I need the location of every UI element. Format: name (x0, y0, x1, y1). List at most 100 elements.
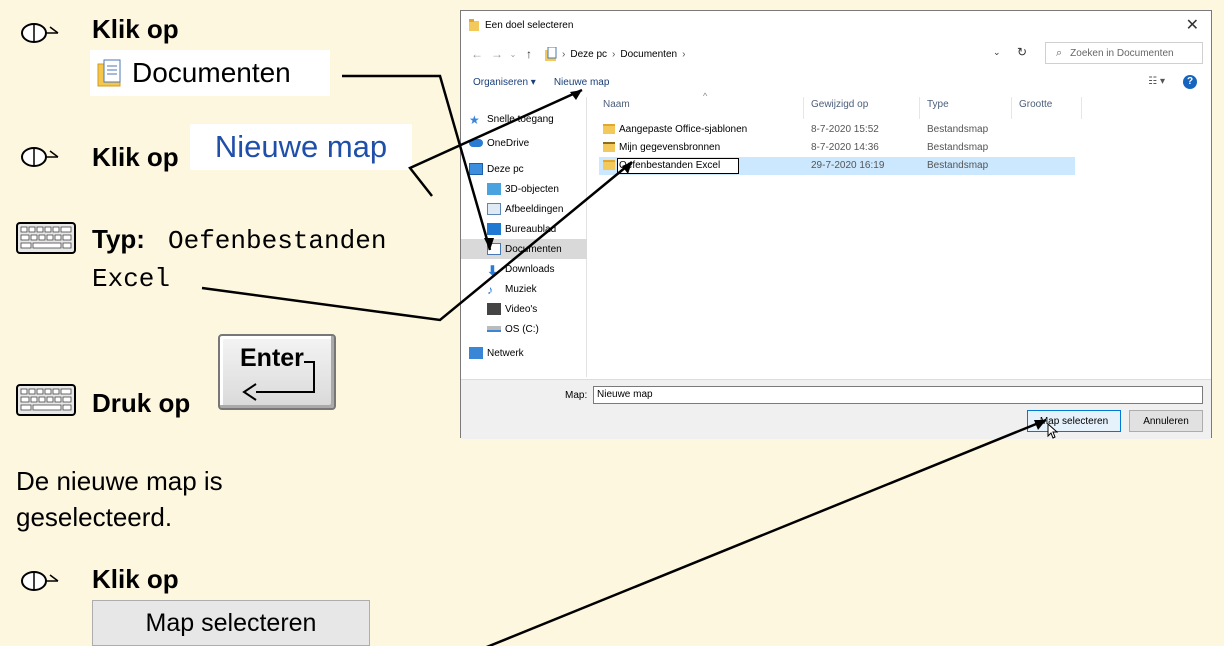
mouse-click-icon (21, 571, 59, 591)
close-icon[interactable]: ✕ (1186, 15, 1199, 35)
step1-label: Klik op (92, 14, 179, 44)
breadcrumb-deze-pc[interactable]: Deze pc (570, 49, 607, 60)
column-divider (1081, 97, 1082, 119)
folder-icon (603, 124, 615, 134)
dialog-titlebar: Een doel selecteren ✕ (461, 11, 1211, 39)
keyboard-icon (16, 222, 76, 254)
nav-item-videos[interactable]: Video's (461, 299, 587, 319)
nav-item-desktop[interactable]: Bureaublad (461, 219, 587, 239)
cloud-icon (469, 139, 483, 147)
column-header-name[interactable]: Naam (603, 99, 630, 110)
dialog-footer: Map: Nieuwe map Map selecteren Annuleren (461, 379, 1211, 439)
back-arrow-icon[interactable]: ← (467, 47, 487, 61)
documenten-chip-label: Documenten (132, 57, 291, 88)
step3-label: Typ: (92, 224, 145, 254)
enter-key-image: Enter (218, 334, 336, 410)
row-modified: 8-7-2020 15:52 (811, 124, 879, 135)
refresh-icon[interactable]: ↻ (1017, 45, 1027, 59)
file-list: Naam ^ Gewijzigd op Type Grootte Aangepa… (599, 91, 1209, 377)
music-note-icon: ♪ (487, 283, 493, 297)
film-icon (487, 303, 501, 315)
nav-item-3d-objects[interactable]: 3D-objecten (461, 179, 587, 199)
row-name: Mijn gegevensbronnen (619, 142, 721, 153)
select-folder-button[interactable]: Map selecteren (1027, 410, 1121, 432)
row-type: Bestandsmap (927, 160, 989, 171)
table-row[interactable]: Aangepaste Office-sjablonen 8-7-2020 15:… (599, 121, 1075, 139)
folder-icon (603, 160, 615, 170)
up-arrow-icon[interactable]: ↑ (519, 47, 539, 61)
nav-item-label: Afbeeldingen (505, 203, 564, 215)
organize-button[interactable]: Organiseren ▾ (473, 77, 536, 88)
nav-item-label: Netwerk (487, 347, 524, 359)
nav-item-label: OneDrive (487, 137, 530, 149)
nav-item-label: Video's (505, 303, 538, 315)
nav-item-pictures[interactable]: Afbeeldingen (461, 199, 587, 219)
nav-item-label: Bureaublad (505, 223, 557, 235)
row-type: Bestandsmap (927, 142, 989, 153)
documents-icon (487, 243, 501, 255)
step5-label: Klik op (92, 564, 179, 594)
table-row-selected[interactable]: Oefenbestanden Excel 29-7-2020 16:19 Bes… (599, 157, 1075, 175)
dialog-title: Een doel selecteren (485, 19, 574, 31)
nav-item-label: Muziek (505, 283, 537, 295)
column-header-modified[interactable]: Gewijzigd op (811, 99, 868, 110)
forward-arrow-icon[interactable]: → (487, 47, 507, 61)
rename-input[interactable]: Oefenbestanden Excel (617, 158, 739, 174)
nav-item-os-drive[interactable]: OS (C:) (461, 319, 587, 339)
nav-item-quick-access[interactable]: ★ Snelle toegang (461, 109, 587, 129)
result-line2: geselecteerd. (16, 502, 173, 532)
new-folder-button[interactable]: Nieuwe map (554, 77, 610, 88)
search-placeholder: Zoeken in Documenten (1070, 47, 1174, 59)
nav-item-label: Downloads (505, 263, 555, 275)
address-dropdown-icon[interactable]: ⌄ (993, 47, 1001, 58)
nav-item-downloads[interactable]: ⬇ Downloads (461, 259, 587, 279)
star-icon: ★ (469, 113, 480, 127)
dialog-toolbar: Organiseren ▾ Nieuwe map ☷ ▾ ? (461, 69, 1211, 95)
folder-name-value: Nieuwe map (597, 389, 653, 400)
mouse-pointer-icon (1047, 423, 1059, 439)
cancel-button[interactable]: Annuleren (1129, 410, 1203, 432)
row-modified: 8-7-2020 14:36 (811, 142, 879, 153)
column-header-size[interactable]: Grootte (1019, 99, 1052, 110)
table-row[interactable]: Mijn gegevensbronnen 8-7-2020 14:36 Best… (599, 139, 1075, 157)
nav-item-music[interactable]: ♪ Muziek (461, 279, 587, 299)
breadcrumb-documenten[interactable]: Documenten (620, 49, 677, 60)
recent-chevron-icon[interactable]: ⌄ (507, 50, 519, 59)
folder-field-label: Map: (565, 390, 588, 401)
nav-item-label: OS (C:) (505, 323, 539, 335)
row-modified: 29-7-2020 16:19 (811, 160, 885, 171)
select-folder-dialog: Een doel selecteren ✕ ← → ⌄ ↑ › Deze pc … (460, 10, 1212, 439)
documents-folder-icon (97, 59, 121, 87)
instruction-panel (0, 0, 452, 646)
desktop-icon (487, 223, 501, 235)
search-icon: ⌕ (1056, 46, 1063, 59)
nav-item-label: Documenten (505, 243, 562, 255)
map-selecteren-chip: Map selecteren (92, 600, 370, 646)
result-line1: De nieuwe map is (16, 466, 223, 496)
nieuwe-map-chip: Nieuwe map (190, 124, 412, 170)
folder-icon (469, 19, 479, 31)
mouse-click-icon (21, 23, 59, 43)
folder-name-input[interactable]: Nieuwe map (593, 386, 1203, 404)
column-divider (803, 97, 804, 119)
step4-label: Druk op (92, 388, 191, 418)
column-divider (919, 97, 920, 119)
download-arrow-icon: ⬇ (487, 263, 498, 278)
nav-item-this-pc[interactable]: Deze pc (461, 159, 587, 179)
cancel-button-label: Annuleren (1143, 415, 1189, 427)
nav-item-documents[interactable]: Documenten (461, 239, 587, 259)
row-type: Bestandsmap (927, 124, 989, 135)
sort-up-icon: ^ (703, 91, 708, 101)
documents-icon (545, 47, 557, 61)
nav-item-label: 3D-objecten (505, 183, 559, 195)
nav-item-network[interactable]: Netwerk (461, 343, 587, 363)
view-options-icon[interactable]: ☷ ▾ (1148, 76, 1165, 87)
help-icon[interactable]: ? (1183, 75, 1197, 89)
address-bar[interactable]: › Deze pc › Documenten › (545, 44, 1005, 64)
search-input[interactable]: ⌕ Zoeken in Documenten (1045, 42, 1203, 64)
pictures-icon (487, 203, 501, 215)
nav-item-onedrive[interactable]: OneDrive (461, 133, 587, 153)
typed-text-line1: Oefenbestanden (168, 226, 387, 256)
typed-text-line2: Excel (92, 264, 171, 294)
column-header-type[interactable]: Type (927, 99, 949, 110)
